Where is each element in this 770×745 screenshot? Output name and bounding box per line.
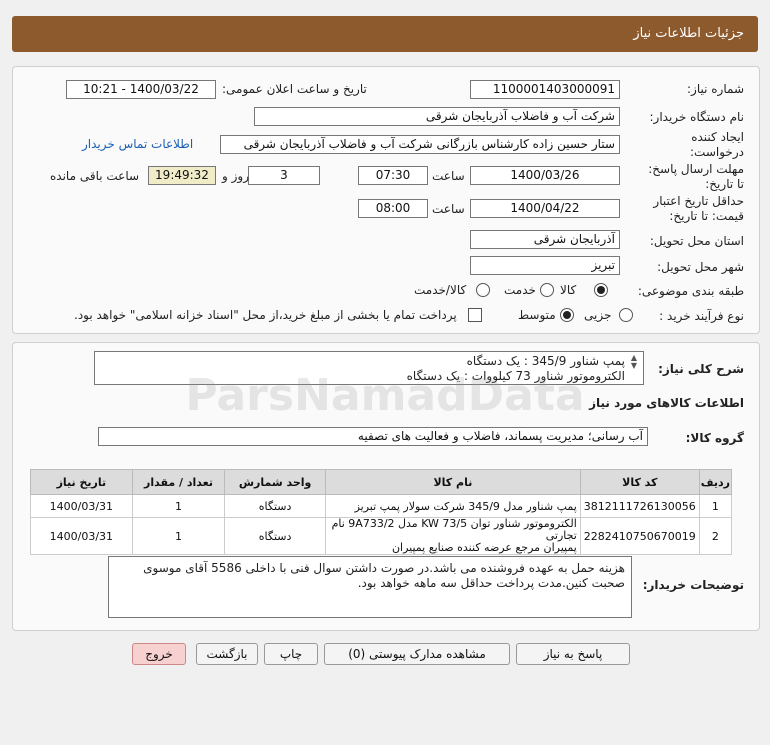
back-button[interactable]: بازگشت bbox=[196, 643, 258, 665]
city-label: شهر محل تحویل: bbox=[657, 260, 744, 274]
table-row: 1 3812111726130056 پمپ شناور مدل 345/9 ش… bbox=[30, 494, 733, 518]
process-option-minor: جزیی bbox=[584, 308, 612, 322]
category-radio-goods-service[interactable] bbox=[476, 283, 490, 297]
col-qty: تعداد / مقدار bbox=[131, 469, 226, 495]
city-field: تبریز bbox=[470, 256, 620, 275]
goods-table: ردیف کد کالا نام کالا واحد شمارش تعداد /… bbox=[30, 469, 733, 555]
attachments-button[interactable]: مشاهده مدارک پیوستی (0) bbox=[324, 643, 510, 665]
description-line-1: پمپ شناور 345/9 : یک دستگاه bbox=[466, 354, 625, 368]
need-number-label: شماره نیاز: bbox=[687, 82, 744, 96]
reply-button[interactable]: پاسخ به نیاز bbox=[516, 643, 630, 665]
description-box: ▲ ▼ پمپ شناور 345/9 : یک دستگاه الکتروموت… bbox=[94, 351, 644, 385]
creator-field: ستار حسین زاده کارشناس بازرگانی شرکت آب … bbox=[220, 135, 620, 154]
province-label: استان محل تحویل: bbox=[649, 234, 744, 248]
row-unit: دستگاه bbox=[224, 517, 326, 555]
treasury-payment-note: پرداخت تمام یا بخشی از مبلغ خرید،از محل … bbox=[74, 308, 457, 322]
need-number-field: 1100001403000091 bbox=[470, 80, 620, 99]
category-option-goods: کالا bbox=[560, 283, 577, 297]
page-header: جزئیات اطلاعات نیاز bbox=[12, 16, 758, 52]
days-label: روز و bbox=[222, 169, 249, 183]
contact-info-link[interactable]: اطلاعات تماس خریدار bbox=[82, 137, 193, 151]
remaining-label: ساعت باقی مانده bbox=[50, 169, 140, 183]
treasury-payment-checkbox[interactable] bbox=[468, 308, 482, 322]
row-qty: 1 bbox=[131, 494, 226, 518]
deadline-label: مهلت ارسال پاسخ: تا تاریخ: bbox=[648, 162, 744, 191]
table-row: 2 2282410750670019 الکتروموتور شناور توا… bbox=[30, 517, 733, 555]
process-label: نوع فرآیند خرید : bbox=[659, 309, 744, 323]
buyer-notes-box: هزینه حمل به عهده فروشنده می باشد.در صور… bbox=[108, 556, 632, 618]
announce-label: تاریخ و ساعت اعلان عمومی: bbox=[222, 82, 367, 96]
creator-label: ایجاد کننده درخواست: bbox=[690, 130, 744, 159]
buyer-notes-line-2: صحبت کنین.مدت پرداخت حداقل سه ماهه خواهد… bbox=[357, 576, 625, 590]
deadline-time-label: ساعت bbox=[432, 169, 465, 183]
print-button[interactable]: چاپ bbox=[264, 643, 318, 665]
description-line-2: الکتروموتور شناور 73 کیلووات : یک دستگاه bbox=[406, 369, 625, 383]
row-date: 1400/03/31 bbox=[30, 494, 133, 518]
goods-table-header: ردیف کد کالا نام کالا واحد شمارش تعداد /… bbox=[30, 469, 733, 495]
category-option-service: خدمت bbox=[504, 283, 536, 297]
goods-section-title: اطلاعات کالاهای مورد نیاز bbox=[589, 396, 744, 410]
validity-time-field: 08:00 bbox=[358, 199, 428, 218]
validity-date-field: 1400/04/22 bbox=[470, 199, 620, 218]
row-unit: دستگاه bbox=[224, 494, 326, 518]
row-index: 2 bbox=[698, 517, 733, 555]
exit-button[interactable]: خروج bbox=[132, 643, 186, 665]
page-title: جزئیات اطلاعات نیاز bbox=[633, 26, 744, 41]
deadline-date-field: 1400/03/26 bbox=[470, 166, 620, 185]
col-code: کد کالا bbox=[579, 469, 700, 495]
province-field: آذربایجان شرقی bbox=[470, 230, 620, 249]
row-index: 1 bbox=[698, 494, 733, 518]
days-field: 3 bbox=[248, 166, 320, 185]
description-label: شرح کلی نیاز: bbox=[658, 362, 744, 376]
process-option-medium: متوسط bbox=[518, 308, 556, 322]
deadline-time-field: 07:30 bbox=[358, 166, 428, 185]
col-index: ردیف bbox=[698, 469, 733, 495]
row-qty: 1 bbox=[131, 517, 226, 555]
row-name-line-2: پمپیران مرجع عرضه کننده صنایع پمپیران bbox=[391, 541, 577, 554]
buyer-notes-line-1: هزینه حمل به عهده فروشنده می باشد.در صور… bbox=[143, 561, 625, 575]
category-radio-goods[interactable] bbox=[594, 283, 608, 297]
buyer-notes-label: توضیحات خریدار: bbox=[642, 578, 744, 592]
row-name: پمپ شناور مدل 345/9 شرکت سولار پمپ تبریز bbox=[324, 494, 581, 518]
remaining-time-field: 19:49:32 bbox=[148, 166, 216, 185]
validity-label: حداقل تاریخ اعتبار قیمت: تا تاریخ: bbox=[653, 194, 744, 223]
row-date: 1400/03/31 bbox=[30, 517, 133, 555]
process-radio-medium[interactable] bbox=[560, 308, 574, 322]
buyer-org-label: نام دستگاه خریدار: bbox=[649, 110, 745, 124]
process-radio-minor[interactable] bbox=[619, 308, 633, 322]
scroll-arrows-icon[interactable]: ▲ ▼ bbox=[629, 354, 639, 370]
category-option-goods-service: کالا/خدمت bbox=[414, 283, 467, 297]
row-name: الکتروموتور شناور توان KW 73/5 مدل 9A733… bbox=[324, 517, 581, 555]
goods-group-field: آب رسانی؛ مدیریت پسماند، فاضلاب و فعالیت… bbox=[98, 427, 648, 446]
col-date: تاریخ نیاز bbox=[30, 469, 133, 495]
buyer-org-field: شرکت آب و فاضلاب آذربایجان شرقی bbox=[254, 107, 620, 126]
validity-time-label: ساعت bbox=[432, 202, 465, 216]
col-name: نام کالا bbox=[324, 469, 581, 495]
goods-group-label: گروه کالا: bbox=[685, 431, 744, 445]
row-name-line-1: الکتروموتور شناور توان KW 73/5 مدل 9A733… bbox=[331, 517, 577, 542]
announce-field: 1400/03/22 - 10:21 bbox=[66, 80, 216, 99]
category-radio-service[interactable] bbox=[540, 283, 554, 297]
col-unit: واحد شمارش bbox=[224, 469, 326, 495]
category-label: طبقه بندی موضوعی: bbox=[637, 284, 744, 298]
row-code: 3812111726130056 bbox=[579, 494, 700, 518]
row-code: 2282410750670019 bbox=[579, 517, 700, 555]
